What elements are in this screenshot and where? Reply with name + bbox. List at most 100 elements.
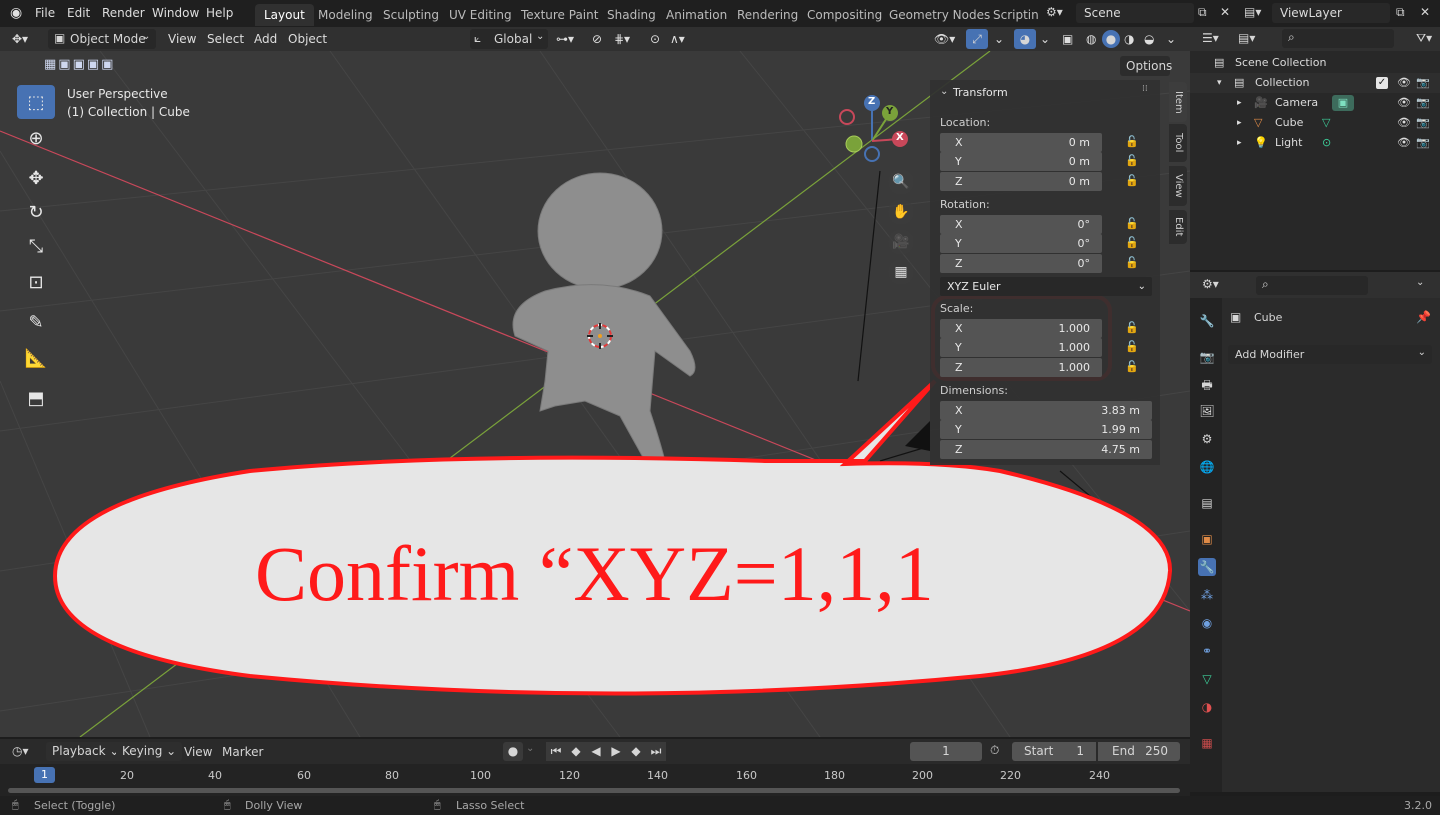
view-layer-icon[interactable]: 🖼 — [1198, 402, 1216, 420]
world-properties-icon[interactable]: 🌐 — [1198, 458, 1216, 476]
tab-tool[interactable]: Tool — [1169, 124, 1187, 162]
outliner-row-cube[interactable]: ▸ ▽ Cube ▽ 👁 📷 — [1190, 113, 1440, 133]
lock-icon[interactable]: 🔓 — [1125, 135, 1139, 148]
blender-logo-icon[interactable]: ◉ — [10, 5, 22, 21]
menu-help[interactable]: Help — [206, 6, 233, 20]
scale-x-field[interactable]: X 1.000 — [940, 319, 1102, 338]
new-viewlayer-icon[interactable]: ⧉ — [1396, 5, 1405, 20]
visibility-icon[interactable]: 👁▾ — [934, 32, 955, 46]
jump-end-icon[interactable]: ⏭ — [646, 742, 666, 761]
expand-arrow-icon[interactable]: ▸ — [1237, 113, 1242, 133]
collapse-chevron-icon[interactable]: ⌄ — [940, 86, 948, 97]
menu-file[interactable]: File — [35, 6, 55, 20]
mesh-data-icon[interactable]: ▽ — [1322, 113, 1330, 133]
editor-type-icon[interactable]: ⚙▾ — [1202, 277, 1219, 291]
chevron-down-icon[interactable]: ⌄ — [1416, 277, 1424, 288]
playhead[interactable]: 1 — [34, 767, 55, 783]
render-properties-icon[interactable]: 📷 — [1198, 348, 1216, 366]
menu-render[interactable]: Render — [102, 6, 145, 20]
playback-menu[interactable]: Playback ⌄ — [46, 742, 126, 761]
rotation-x-field[interactable]: X 0° — [940, 215, 1102, 234]
eye-icon[interactable]: 👁 — [1397, 113, 1411, 133]
stopwatch-icon[interactable]: ⏱ — [990, 743, 999, 758]
jump-start-icon[interactable]: ⏮ — [546, 742, 566, 761]
rotation-z-field[interactable]: Z 0° — [940, 254, 1102, 273]
tab-scripting[interactable]: Scripting — [984, 4, 1038, 26]
falloff-icon[interactable]: ∧▾ — [670, 32, 685, 46]
collection-properties-icon[interactable]: ▤ — [1198, 494, 1216, 512]
texture-icon[interactable]: ▦ — [1198, 734, 1216, 752]
lock-icon[interactable]: 🔓 — [1125, 154, 1139, 167]
expand-arrow-icon[interactable]: ▸ — [1237, 93, 1242, 113]
proportional-edit-icon[interactable]: ⊙ — [650, 32, 660, 46]
next-keyframe-icon[interactable]: ◆ — [626, 742, 646, 761]
output-properties-icon[interactable]: 🖶 — [1198, 376, 1216, 394]
eye-icon[interactable]: 👁 — [1397, 73, 1411, 93]
overlay-toggle-icon[interactable]: ◕ — [1014, 29, 1036, 49]
pivot-icon[interactable]: ⊶▾ — [556, 32, 574, 46]
mode-dropdown[interactable]: ▣ Object Mode ⌄ — [48, 29, 156, 49]
outliner-search-field[interactable]: ⌕ — [1282, 29, 1394, 48]
rotation-mode-dropdown[interactable]: XYZ Euler ⌄ — [940, 277, 1152, 296]
play-icon[interactable]: ▶ — [606, 742, 626, 761]
tab-animation[interactable]: Animation — [657, 4, 736, 26]
timeline-scrollbar[interactable] — [8, 788, 1180, 793]
scale-z-field[interactable]: Z 1.000 — [940, 358, 1102, 377]
viewlayer-browse-icon[interactable]: ▤▾ — [1244, 5, 1261, 19]
pin-icon[interactable]: 📌 — [1416, 310, 1431, 324]
new-scene-icon[interactable]: ⧉ — [1198, 5, 1207, 20]
outliner-row-light[interactable]: ▸ 💡 Light ⊙ 👁 📷 — [1190, 133, 1440, 153]
tab-modeling[interactable]: Modeling — [309, 4, 382, 26]
tab-item[interactable]: Item — [1169, 82, 1187, 122]
snap-icon[interactable]: ⊘ — [592, 32, 602, 46]
lock-icon[interactable]: 🔓 — [1125, 217, 1139, 230]
dimensions-z-field[interactable]: Z 4.75 m — [940, 440, 1152, 459]
end-frame-field[interactable]: End 250 — [1098, 742, 1180, 761]
orientation-dropdown[interactable]: ⟀ Global ⌄ — [470, 29, 548, 49]
camera-render-icon[interactable]: 📷 — [1416, 113, 1430, 133]
tool-settings-icon[interactable]: 🔧 — [1198, 312, 1216, 330]
timeline-ruler[interactable]: 1 20 40 60 80 100 120 140 160 180 200 22… — [0, 764, 1190, 796]
outliner-row-camera[interactable]: ▸ 🎥 Camera ▣ 👁 📷 — [1190, 93, 1440, 113]
start-frame-field[interactable]: Start 1 — [1012, 742, 1096, 761]
scene-field[interactable]: Scene — [1076, 3, 1194, 23]
play-reverse-icon[interactable]: ◀ — [586, 742, 606, 761]
keying-menu[interactable]: Keying ⌄ — [116, 742, 183, 761]
lock-icon[interactable]: 🔓 — [1125, 256, 1139, 269]
scene-browse-icon[interactable]: ⚙▾ — [1046, 5, 1063, 19]
drag-handle-icon[interactable]: ⁞⁞ — [1142, 84, 1148, 94]
eye-icon[interactable]: 👁 — [1397, 133, 1411, 153]
material-shading-icon[interactable]: ◑ — [1124, 32, 1134, 46]
location-x-field[interactable]: X 0 m — [940, 133, 1102, 152]
tab-edit[interactable]: Edit — [1169, 210, 1187, 244]
record-keyframe-icon[interactable]: ● — [503, 742, 523, 761]
menu-object[interactable]: Object — [288, 32, 327, 46]
location-y-field[interactable]: Y 0 m — [940, 152, 1102, 171]
camera-render-icon[interactable]: 📷 — [1416, 93, 1430, 113]
display-mode-icon[interactable]: ▤▾ — [1238, 31, 1255, 45]
filter-icon[interactable]: ⛛▾ — [1416, 31, 1432, 46]
expand-arrow-icon[interactable]: ▾ — [1217, 73, 1222, 93]
gizmo-dropdown-icon[interactable]: ⌄ — [994, 32, 1004, 46]
gizmo-toggle-icon[interactable]: ⤢ — [966, 29, 988, 49]
expand-arrow-icon[interactable]: ▸ — [1237, 133, 1242, 153]
shading-dropdown-icon[interactable]: ⌄ — [1166, 32, 1176, 46]
editor-type-icon[interactable]: ✥▾ — [12, 32, 28, 46]
tab-layout[interactable]: Layout — [255, 4, 314, 26]
tab-uv-editing[interactable]: UV Editing — [440, 4, 521, 26]
menu-window[interactable]: Window — [152, 6, 199, 20]
overlay-dropdown-icon[interactable]: ⌄ — [1040, 32, 1050, 46]
tab-compositing[interactable]: Compositing — [798, 4, 891, 26]
location-z-field[interactable]: Z 0 m — [940, 172, 1102, 191]
snap-target-icon[interactable]: ⋕▾ — [614, 32, 630, 46]
constraints-icon[interactable]: ⚭ — [1198, 642, 1216, 660]
rotation-y-field[interactable]: Y 0° — [940, 234, 1102, 253]
prev-keyframe-icon[interactable]: ◆ — [566, 742, 586, 761]
camera-data-icon[interactable]: ▣ — [1332, 95, 1354, 111]
tab-texture-paint[interactable]: Texture Paint — [512, 4, 607, 26]
tab-view[interactable]: View — [1169, 166, 1187, 206]
solid-shading-icon[interactable]: ● — [1102, 30, 1120, 48]
editor-type-icon[interactable]: ◷▾ — [12, 744, 29, 758]
xray-icon[interactable]: ▣ — [1062, 32, 1073, 46]
scene-properties-icon[interactable]: ⚙ — [1198, 430, 1216, 448]
